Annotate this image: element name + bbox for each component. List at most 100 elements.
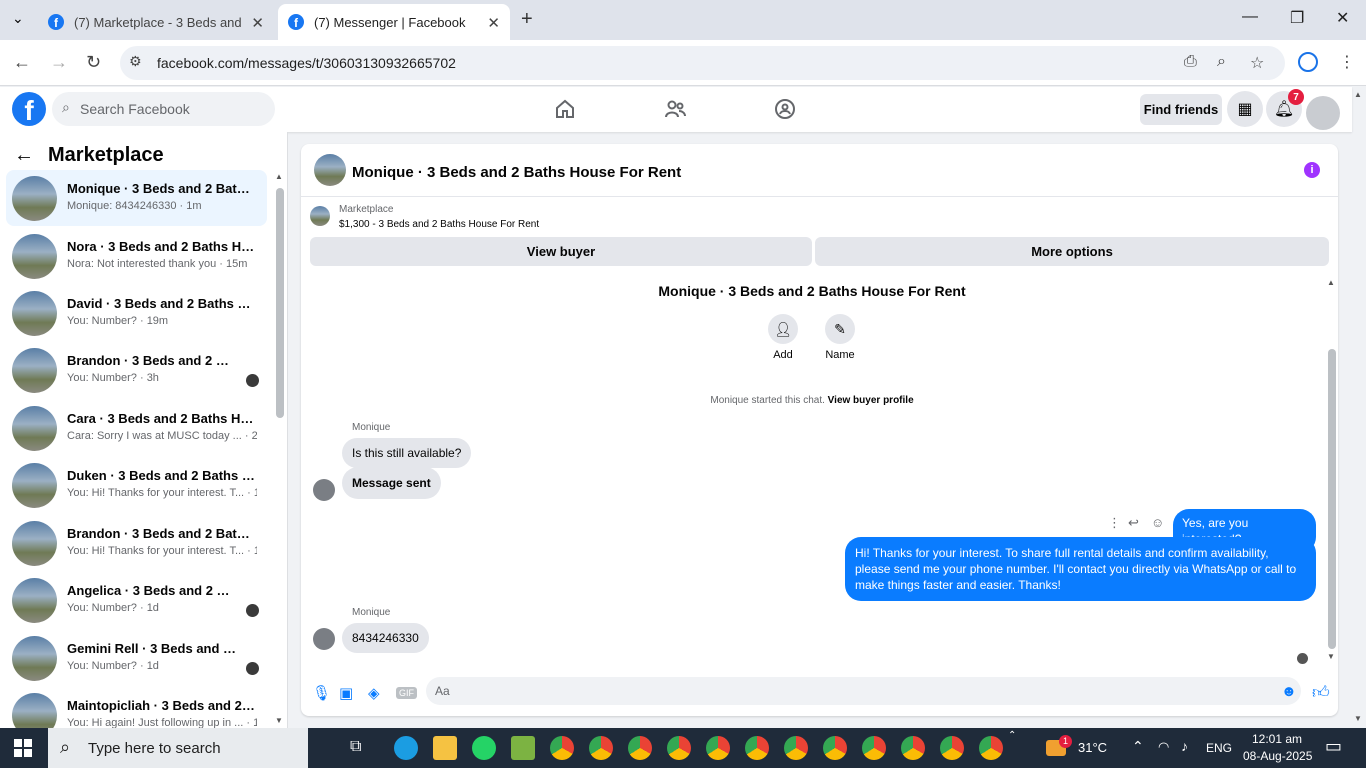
menu-grid-icon[interactable]: ▦ (1227, 91, 1263, 127)
incoming-message[interactable]: Message sent (342, 467, 441, 499)
chrome-profile-icon[interactable] (784, 736, 808, 760)
close-tab-icon[interactable]: ✕ (251, 14, 264, 32)
home-icon[interactable] (553, 97, 577, 121)
volume-icon[interactable]: ♪ (1181, 738, 1188, 754)
sender-avatar[interactable] (313, 628, 335, 650)
friends-icon[interactable] (663, 97, 687, 121)
chrome-profile-icon[interactable] (940, 736, 964, 760)
facebook-logo-icon[interactable]: f (12, 92, 46, 126)
scroll-down-icon[interactable]: ▼ (1327, 652, 1335, 661)
edge-icon[interactable] (394, 736, 418, 760)
windows-start-icon[interactable] (14, 739, 32, 757)
network-icon[interactable]: ◠ (1158, 739, 1169, 755)
groups-icon[interactable] (773, 97, 797, 121)
add-action[interactable]: 👤︎ Add (753, 314, 813, 361)
sidebar-scrollbar[interactable] (276, 188, 284, 418)
close-window-icon[interactable]: ✕ (1336, 8, 1349, 28)
photo-icon[interactable]: ▣ (339, 684, 353, 702)
thumbs-up-icon[interactable]: 👍︎ (1312, 682, 1330, 703)
clock-date[interactable]: 08-Aug-2025 (1243, 749, 1312, 763)
tray-chevron-icon[interactable]: ⌃ (1008, 730, 1016, 741)
bookmark-star-icon[interactable]: ☆ (1250, 53, 1264, 73)
forward-arrow-icon[interactable]: → (50, 52, 68, 73)
gif-icon[interactable]: GIF (396, 687, 417, 699)
site-info-icon[interactable]: ⚙ (129, 53, 142, 70)
view-buyer-profile-link[interactable]: View buyer profile (828, 395, 914, 406)
more-icon[interactable]: ⋮ (1108, 515, 1121, 531)
sticker-icon[interactable]: ◈ (368, 684, 380, 702)
notes-app-icon[interactable] (511, 736, 535, 760)
conversation-item[interactable]: Angelica · 3 Beds and 2 Baths House For … (6, 572, 267, 628)
chrome-profile-icon[interactable] (901, 736, 925, 760)
url-text[interactable]: facebook.com/messages/t/3060313093266570… (157, 55, 456, 71)
file-explorer-icon[interactable] (433, 736, 457, 760)
reload-icon[interactable]: ↻ (86, 52, 101, 73)
minimize-icon[interactable]: — (1242, 8, 1258, 26)
incoming-message[interactable]: 8434246330 (342, 623, 429, 653)
message-input[interactable]: Aa (426, 677, 1301, 705)
language-indicator[interactable]: ENG (1206, 741, 1232, 755)
conversation-item[interactable]: David · 3 Beds and 2 Baths House For Ren… (6, 285, 267, 341)
react-emoji-icon[interactable]: ☺ (1151, 515, 1164, 530)
listing-title[interactable]: $1,300 - 3 Beds and 2 Baths House For Re… (339, 219, 539, 230)
maximize-icon[interactable]: ❐ (1290, 8, 1304, 28)
omnibox[interactable]: ⚙ facebook.com/messages/t/30603130932665… (120, 46, 1285, 80)
outgoing-message[interactable]: Hi! Thanks for your interest. To share f… (845, 537, 1316, 601)
reply-icon[interactable]: ↩ (1128, 515, 1139, 531)
conversation-item[interactable]: Brandon · 3 Beds and 2 Baths House For R… (6, 515, 267, 571)
scroll-down-icon[interactable]: ▼ (275, 716, 283, 725)
scroll-up-icon[interactable]: ▲ (1327, 278, 1335, 287)
new-tab-icon[interactable]: + (521, 8, 533, 31)
browser-menu-icon[interactable]: ⋮ (1339, 52, 1355, 72)
scroll-up-icon[interactable]: ▲ (275, 172, 283, 181)
install-app-icon[interactable]: ⎙ (1184, 53, 1197, 71)
microphone-icon[interactable]: 🎙︎ (312, 684, 331, 702)
page-scroll-down-icon[interactable]: ▼ (1354, 714, 1362, 723)
chrome-icon[interactable] (550, 736, 574, 760)
taskbar-search-box[interactable]: ⌕ Type here to search (48, 728, 308, 768)
conversation-item[interactable]: Duken · 3 Beds and 2 Baths House For Ren… (6, 457, 267, 513)
listing-thumbnail[interactable] (310, 206, 330, 226)
tab-messenger[interactable]: f (7) Messenger | Facebook ✕ (278, 4, 510, 40)
chrome-profile-icon[interactable] (823, 736, 847, 760)
whatsapp-icon[interactable] (472, 736, 496, 760)
find-friends-button[interactable]: Find friends (1140, 94, 1222, 125)
task-view-icon[interactable]: ⧉ (350, 738, 361, 756)
close-tab-icon[interactable]: ✕ (487, 14, 500, 32)
chat-title[interactable]: Monique · 3 Beds and 2 Baths House For R… (352, 164, 681, 181)
tab-search-chevron-icon[interactable]: ⌄ (12, 10, 24, 27)
back-arrow-icon[interactable]: ← (13, 52, 31, 73)
page-scroll-up-icon[interactable]: ▲ (1354, 90, 1362, 99)
weather-temperature[interactable]: 31°C (1078, 740, 1107, 755)
show-hidden-icons-icon[interactable]: ⌃ (1132, 738, 1144, 755)
chat-scrollbar[interactable] (1328, 349, 1336, 649)
conversation-item[interactable]: Maintopicliah · 3 Beds and 2 Baths House… (6, 687, 267, 728)
chrome-profile-icon[interactable] (706, 736, 730, 760)
clock-time[interactable]: 12:01 am (1252, 732, 1302, 746)
chrome-profile-icon[interactable] (667, 736, 691, 760)
sender-avatar[interactable] (313, 479, 335, 501)
conversation-item[interactable]: Nora · 3 Beds and 2 Baths House For Rent… (6, 228, 267, 284)
conversation-item[interactable]: Monique · 3 Beds and 2 Baths House For R… (6, 170, 267, 226)
back-arrow-icon[interactable]: ← (14, 144, 34, 167)
chrome-profile-icon[interactable] (862, 736, 886, 760)
incoming-message[interactable]: Is this still available? (342, 438, 472, 468)
emoji-icon[interactable]: ☻ (1281, 683, 1297, 700)
listing-avatar[interactable] (314, 154, 346, 186)
conversation-item[interactable]: Brandon · 3 Beds and 2 Baths House For R… (6, 342, 267, 398)
notifications-center-icon[interactable]: ▭ (1325, 736, 1342, 757)
conversation-item[interactable]: Gemini Rell · 3 Beds and 2 Baths House F… (6, 630, 267, 686)
chrome-profile-icon[interactable] (628, 736, 652, 760)
chrome-profile-icon[interactable] (979, 736, 1003, 760)
chrome-profile-icon[interactable] (745, 736, 769, 760)
zoom-icon[interactable]: ⌕ (1217, 53, 1226, 71)
account-avatar[interactable] (1306, 96, 1340, 130)
chrome-profile-icon[interactable] (589, 736, 613, 760)
tab-marketplace[interactable]: f (7) Marketplace - 3 Beds and 2 ✕ (38, 4, 274, 40)
facebook-search-input[interactable]: ⌕ Search Facebook (52, 92, 275, 126)
more-options-button[interactable]: More options (815, 237, 1329, 266)
view-buyer-button[interactable]: View buyer (310, 237, 812, 266)
info-icon[interactable]: i (1304, 162, 1320, 178)
conversation-item[interactable]: Cara · 3 Beds and 2 Baths House For Rent… (6, 400, 267, 456)
name-action[interactable]: ✎ Name (810, 314, 870, 361)
